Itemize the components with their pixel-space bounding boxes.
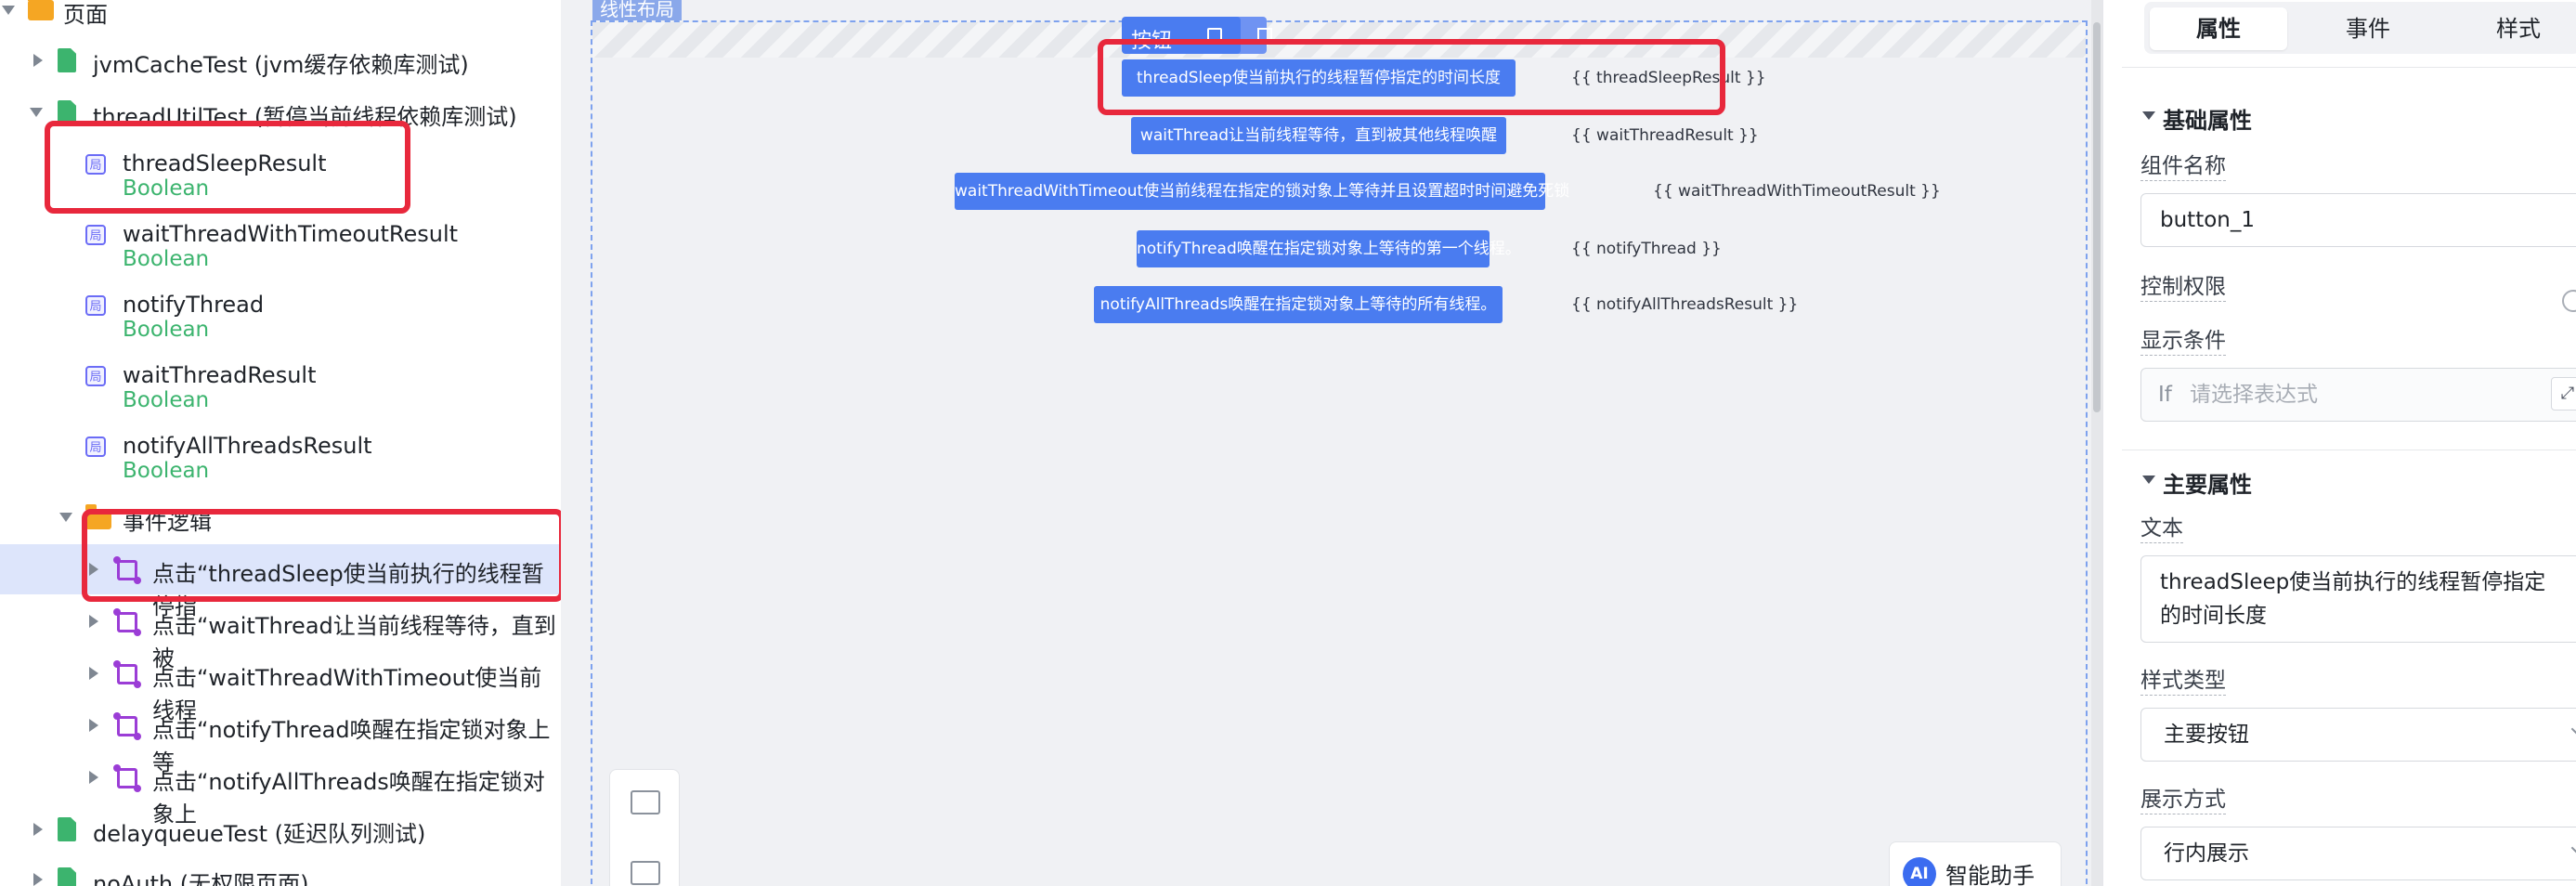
if-prefix: If [2158,383,2172,407]
style-type-value: 主要按钮 [2164,723,2249,747]
binding-label: {{ waitThreadWithTimeoutResult }} [1653,182,1941,201]
canvas-button-waitthreadwithtimeout[interactable]: waitThreadWithTimeout使当前线程在指定的锁对象上等待并且设置… [955,173,1569,210]
variable-type: Boolean [123,459,210,483]
display-condition-label: 显示条件 [2140,327,2226,356]
variable-name[interactable]: notifyAllThreadsResult [123,433,372,459]
component-name-label: 组件名称 [2140,152,2226,181]
expand-arrow-icon[interactable] [33,54,43,67]
text-input[interactable]: threadSleep使当前执行的线程暂停指定的时间长度 [2140,555,2576,643]
text-label: 文本 [2140,515,2183,543]
canvas-button-waitthread[interactable]: waitThread让当前线程等待，直到被其他线程唤醒 [1131,117,1506,154]
tree-page-jvmcachetest[interactable]: jvmCacheTest (jvm缓存依赖库测试) [93,46,469,79]
style-type-select[interactable]: 主要按钮 [2140,708,2576,762]
main-properties-title[interactable]: 主要属性 [2163,466,2252,499]
collapse-arrow-icon[interactable] [2142,111,2155,120]
display-mode-label: 展示方式 [2140,786,2226,814]
variable-name[interactable]: waitThreadResult [123,362,317,388]
expression-placeholder: 请选择表达式 [2190,383,2318,407]
display-mode-value: 行内展示 [2164,841,2249,866]
variable-icon: 局 [85,295,106,316]
design-canvas[interactable]: 线性布局 按钮 threadSleep使当前执行的线程暂停指定的时间长度 {{ … [561,0,2102,886]
divider [2122,67,2576,68]
chevron-down-icon [2570,837,2576,859]
expand-arrow-icon[interactable] [89,615,98,628]
highlight-box [82,509,561,602]
highlight-box [45,121,410,214]
inspector-tabs: 属性 事件 样式 [2144,2,2576,54]
page-icon [58,48,76,72]
ai-assistant-label: 智能助手 [1945,863,2035,886]
variable-icon: 局 [85,225,106,245]
permission-toggle[interactable] [2562,290,2576,312]
binding-label: {{ notifyThread }} [1571,240,1722,258]
expand-editor-icon[interactable]: ⤢ [2551,377,2576,410]
style-type-label: 样式类型 [2140,667,2226,696]
event-icon [113,764,141,792]
chevron-down-icon [2570,718,2576,740]
ai-assistant-button[interactable]: AI 智能助手 [1889,841,2062,886]
tree-page-delayqueuetest[interactable]: delayqueueTest (延迟队列测试) [93,815,425,848]
layout-icon[interactable] [631,861,660,885]
display-condition-input[interactable]: If 请选择表达式 [2140,368,2576,422]
component-name-input[interactable]: button_1 [2140,193,2576,247]
collapse-arrow-icon[interactable] [30,108,43,117]
expand-arrow-icon[interactable] [33,823,43,836]
event-icon [113,660,141,688]
tab-properties[interactable]: 属性 [2150,7,2287,50]
floating-toolbar [609,769,680,886]
expand-arrow-icon[interactable] [89,771,98,784]
variable-type: Boolean [123,247,210,271]
event-icon [113,608,141,636]
variable-type: Boolean [123,318,210,342]
tree-root-label[interactable]: 页面 [63,0,108,29]
variable-type: Boolean [123,388,210,412]
binding-label: {{ waitThreadResult }} [1571,126,1759,145]
canvas-button-notifyallthreads[interactable]: notifyAllThreads唤醒在指定锁对象上等待的所有线程。 [1094,286,1503,323]
variable-icon: 局 [85,436,106,457]
component-tree-panel: 页面 jvmCacheTest (jvm缓存依赖库测试) threadUtilT… [0,0,561,886]
canvas-button-notifythread[interactable]: notifyThread唤醒在指定锁对象上等待的第一个线程。 [1137,230,1521,267]
folder-icon [28,0,54,20]
collapse-arrow-icon[interactable] [2,6,15,15]
page-icon [58,867,76,886]
collapse-arrow-icon[interactable] [2142,476,2155,484]
variable-name[interactable]: waitThreadWithTimeoutResult [123,221,458,247]
property-inspector: 属性 事件 样式 基础属性 组件名称 button_1 控制权限 显示条件 If… [2102,0,2576,886]
tree-page-noauth[interactable]: noAuth (无权限页面) [93,866,309,886]
display-mode-select[interactable]: 行内展示 [2140,827,2576,880]
collapse-arrow-icon[interactable] [59,513,72,522]
outline-icon[interactable] [631,790,660,814]
basic-properties-title[interactable]: 基础属性 [2163,102,2252,135]
highlight-box [1098,39,1725,115]
permission-label: 控制权限 [2140,273,2226,302]
variable-name[interactable]: notifyThread [123,292,264,318]
binding-label: {{ notifyAllThreadsResult }} [1571,295,1799,314]
tab-events[interactable]: 事件 [2298,7,2438,50]
expand-arrow-icon[interactable] [89,667,98,680]
canvas-scroll-thumb[interactable] [2093,22,2101,412]
page-icon [58,817,76,841]
variable-icon: 局 [85,366,106,386]
tab-styles[interactable]: 样式 [2449,7,2576,50]
ai-icon: AI [1903,857,1936,886]
expand-arrow-icon[interactable] [33,873,43,886]
linear-layout-label: 线性布局 [592,0,682,20]
expand-arrow-icon[interactable] [89,719,98,732]
event-icon [113,712,141,740]
